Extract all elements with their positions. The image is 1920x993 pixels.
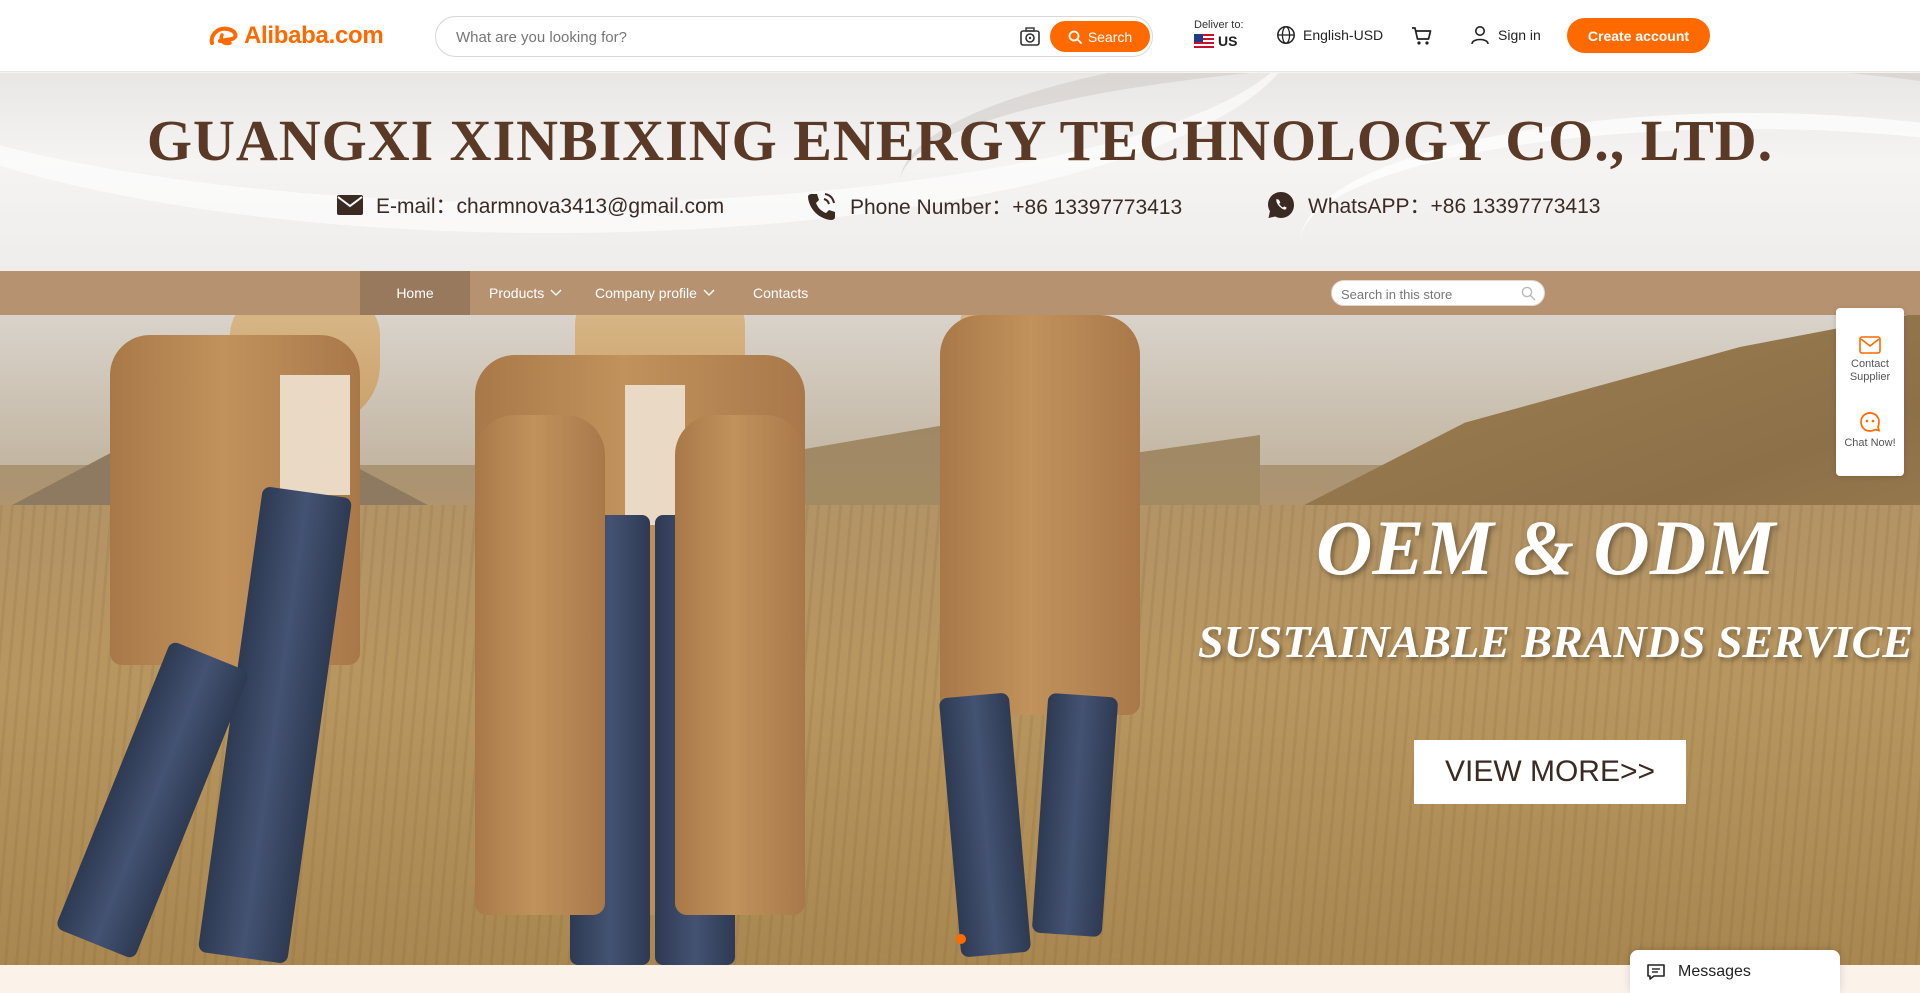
- contact-supplier-line2: Supplier: [1849, 371, 1891, 383]
- email-address[interactable]: charmnova3413@gmail.com: [457, 195, 725, 218]
- messages-label: Messages: [1678, 962, 1751, 980]
- store-search-bar: [1331, 280, 1545, 306]
- messages-button[interactable]: Messages: [1630, 950, 1840, 993]
- phone-icon: [808, 193, 835, 220]
- nav-home[interactable]: Home: [360, 271, 470, 315]
- deliver-country: US: [1218, 33, 1238, 49]
- globe-icon: [1277, 26, 1295, 44]
- phone-number[interactable]: +86 13397773413: [1012, 196, 1182, 219]
- chevron-down-icon: [550, 289, 562, 296]
- company-name: GUANGXI XINBIXING ENERGY TECHNOLOGY CO.,…: [146, 108, 1774, 173]
- view-more-button[interactable]: VIEW MORE>>: [1414, 740, 1686, 804]
- whatsapp-number[interactable]: +86 13397773413: [1431, 195, 1601, 218]
- search-icon: [1068, 30, 1082, 44]
- whatsapp-contact: WhatsAPP：+86 13397773413: [1266, 190, 1600, 220]
- store-navigation: Home Products Company profile Contacts: [0, 271, 1920, 315]
- main-search-input[interactable]: [456, 25, 1016, 49]
- search-icon[interactable]: [1521, 286, 1536, 301]
- carousel-indicator[interactable]: [956, 934, 966, 944]
- phone-label: Phone Number：: [850, 196, 1013, 219]
- message-icon: [1647, 963, 1665, 980]
- alibaba-logo[interactable]: Alibaba.com: [208, 20, 384, 52]
- nav-company-profile-label: Company profile: [595, 285, 697, 301]
- search-button[interactable]: Search: [1050, 21, 1150, 52]
- email-label: E-mail：: [376, 195, 457, 218]
- store-search-input[interactable]: [1341, 285, 1511, 303]
- nav-contacts[interactable]: Contacts: [753, 271, 808, 315]
- language-currency-selector[interactable]: English-USD: [1276, 25, 1383, 45]
- nav-company-profile[interactable]: Company profile: [595, 271, 715, 315]
- chat-now-button[interactable]: Chat Now!: [1836, 411, 1904, 450]
- deliver-to-label: Deliver to:: [1194, 19, 1244, 31]
- chat-now-label: Chat Now!: [1844, 437, 1896, 449]
- alibaba-logo-icon: [209, 26, 238, 46]
- chat-face-icon: [1860, 412, 1881, 432]
- us-flag-icon: [1194, 34, 1214, 48]
- nav-home-label: Home: [396, 285, 434, 301]
- cart-icon[interactable]: [1411, 25, 1433, 47]
- sign-in-label: Sign in: [1498, 27, 1541, 43]
- contact-supplier-button[interactable]: Contact Supplier: [1836, 336, 1904, 384]
- nav-products-label: Products: [489, 285, 545, 301]
- phone-contact: Phone Number：+86 13397773413: [806, 190, 1182, 222]
- main-search-bar: Search: [435, 16, 1153, 57]
- chevron-down-icon: [703, 289, 715, 296]
- floating-contact-panel: Contact Supplier Chat Now!: [1836, 308, 1904, 476]
- contact-supplier-line1: Contact: [1851, 358, 1889, 370]
- create-account-button[interactable]: Create account: [1567, 18, 1710, 53]
- deliver-to[interactable]: Deliver to: US: [1194, 19, 1244, 49]
- search-button-label: Search: [1087, 28, 1133, 45]
- hero-title: OEM & ODM: [1316, 504, 1776, 591]
- user-icon: [1471, 26, 1489, 45]
- logo-text: Alibaba.com: [244, 22, 384, 49]
- whatsapp-label: WhatsAPP：: [1308, 195, 1431, 218]
- top-header: Alibaba.com Search Deliver to: US: [0, 0, 1920, 72]
- nav-products[interactable]: Products: [489, 271, 562, 315]
- whatsapp-icon: [1268, 192, 1294, 218]
- sign-in-link[interactable]: Sign in: [1470, 25, 1541, 45]
- envelope-icon: [337, 195, 363, 215]
- nav-contacts-label: Contacts: [753, 285, 809, 301]
- email-contact: E-mail：charmnova3413@gmail.com: [336, 190, 724, 220]
- mail-icon: [1859, 336, 1881, 354]
- language-label: English-USD: [1303, 27, 1384, 43]
- store-header-banner: GUANGXI XINBIXING ENERGY TECHNOLOGY CO.,…: [0, 73, 1920, 271]
- hero-banner[interactable]: OEM & ODM SUSTAINABLE BRANDS SERVICE VIE…: [0, 315, 1920, 965]
- camera-icon[interactable]: [1019, 26, 1041, 48]
- hero-subtitle: SUSTAINABLE BRANDS SERVICE: [1198, 616, 1914, 667]
